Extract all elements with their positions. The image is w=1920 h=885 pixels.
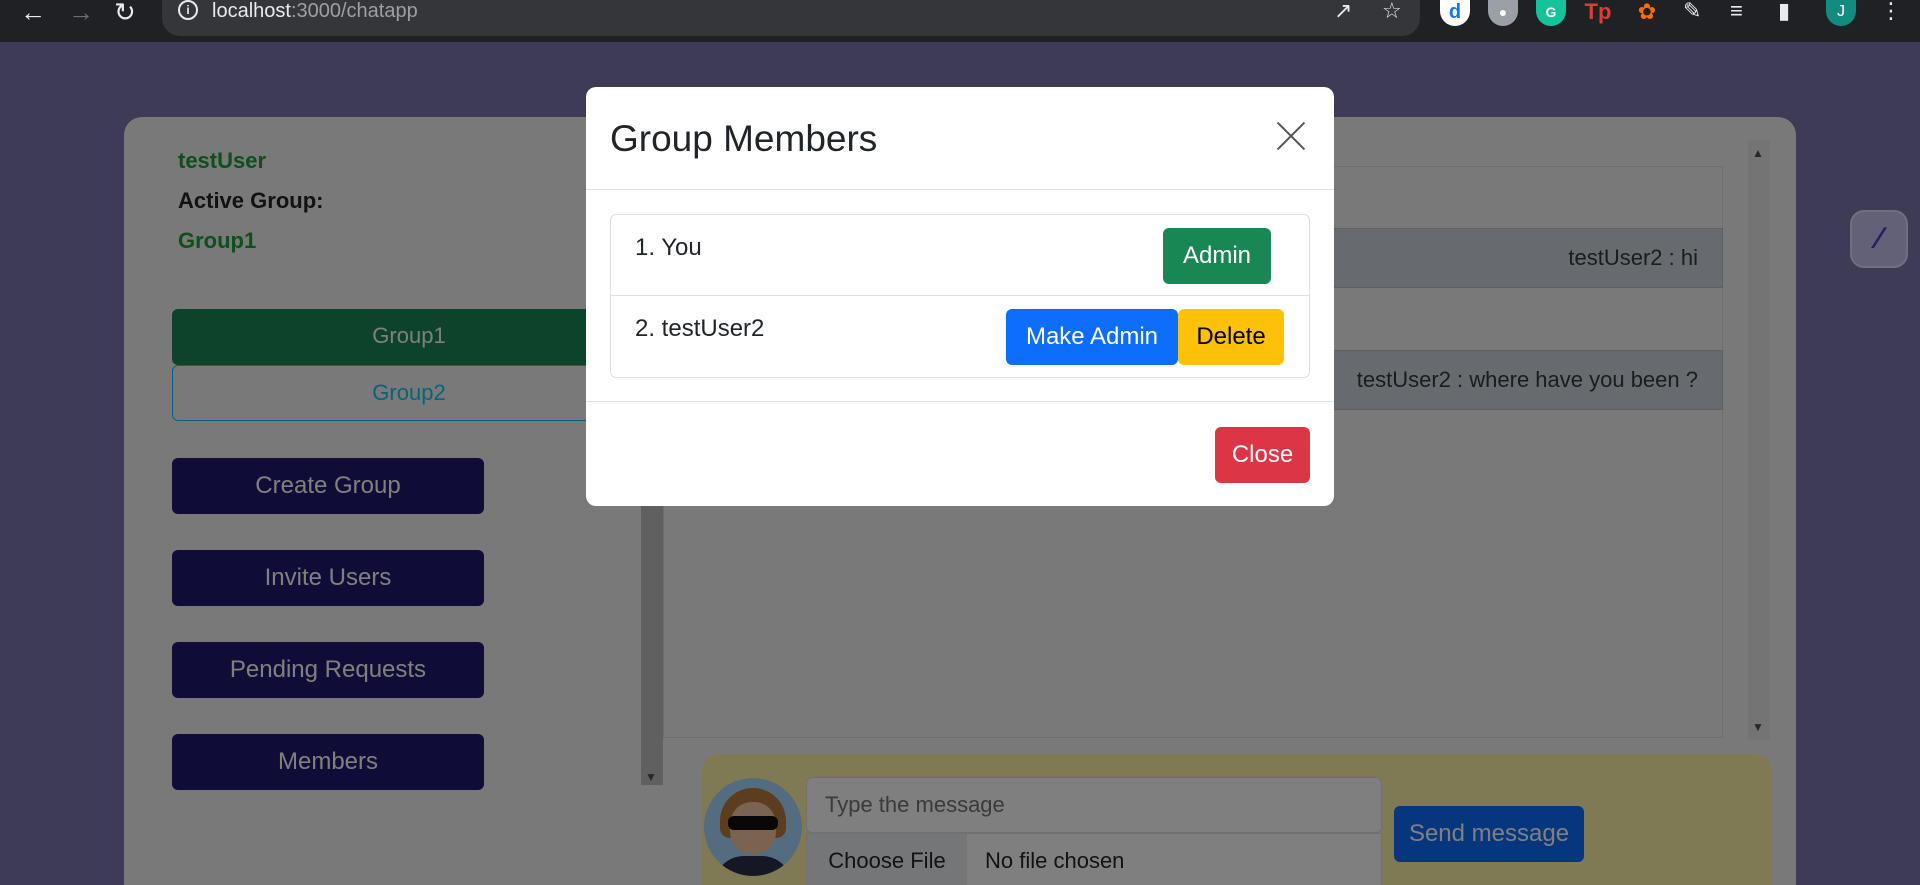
back-icon[interactable]: ←	[20, 0, 46, 25]
reading-list-icon[interactable]: ≡	[1730, 0, 1743, 22]
browser-toolbar: ← → ↻ i localhost:3000/chatapp ↗ ☆ d ● G…	[0, 0, 1920, 42]
address-bar[interactable]: i localhost:3000/chatapp ↗ ☆	[162, 0, 1420, 36]
delete-member-button[interactable]: Delete	[1178, 309, 1284, 365]
extension-tp-icon[interactable]: Tp	[1583, 0, 1613, 26]
modal-header: Group Members	[586, 87, 1334, 190]
list-item: 2. testUser2 Make Admin Delete	[611, 296, 1309, 377]
url-text: localhost:3000/chatapp	[212, 0, 418, 22]
star-icon[interactable]: ☆	[1382, 0, 1402, 22]
extension-d-icon[interactable]: d	[1440, 0, 1470, 26]
close-icon[interactable]	[1276, 121, 1306, 151]
share-icon[interactable]: ↗	[1334, 0, 1352, 22]
url-host: localhost	[212, 0, 291, 22]
modal-footer: Close	[586, 401, 1334, 506]
extension-cloud-icon[interactable]: ●	[1488, 0, 1518, 26]
extension-flame-icon[interactable]: ✿	[1632, 0, 1662, 26]
profile-avatar[interactable]: J	[1826, 0, 1856, 26]
menu-icon[interactable]: ⋮	[1880, 0, 1902, 22]
grammarly-icon[interactable]: G	[1536, 0, 1566, 26]
modal-title: Group Members	[610, 118, 878, 159]
forward-icon[interactable]: →	[68, 0, 94, 25]
extensions-icon[interactable]: ✎	[1683, 0, 1701, 22]
list-item: 1. You Admin	[611, 215, 1309, 296]
admin-badge[interactable]: Admin	[1163, 228, 1271, 284]
url-path: :3000/chatapp	[290, 0, 418, 22]
make-admin-button[interactable]: Make Admin	[1006, 309, 1178, 365]
info-icon[interactable]: i	[178, 0, 198, 20]
member-name: 2. testUser2	[635, 315, 765, 342]
member-list: 1. You Admin 2. testUser2 Make Admin Del…	[610, 214, 1310, 378]
group-members-modal: Group Members 1. You Admin 2. testUser2 …	[586, 87, 1334, 506]
side-panel-icon[interactable]: ▮	[1778, 0, 1790, 22]
reload-icon[interactable]: ↻	[114, 0, 136, 25]
close-button[interactable]: Close	[1215, 427, 1310, 483]
member-name: 1. You	[635, 234, 702, 261]
